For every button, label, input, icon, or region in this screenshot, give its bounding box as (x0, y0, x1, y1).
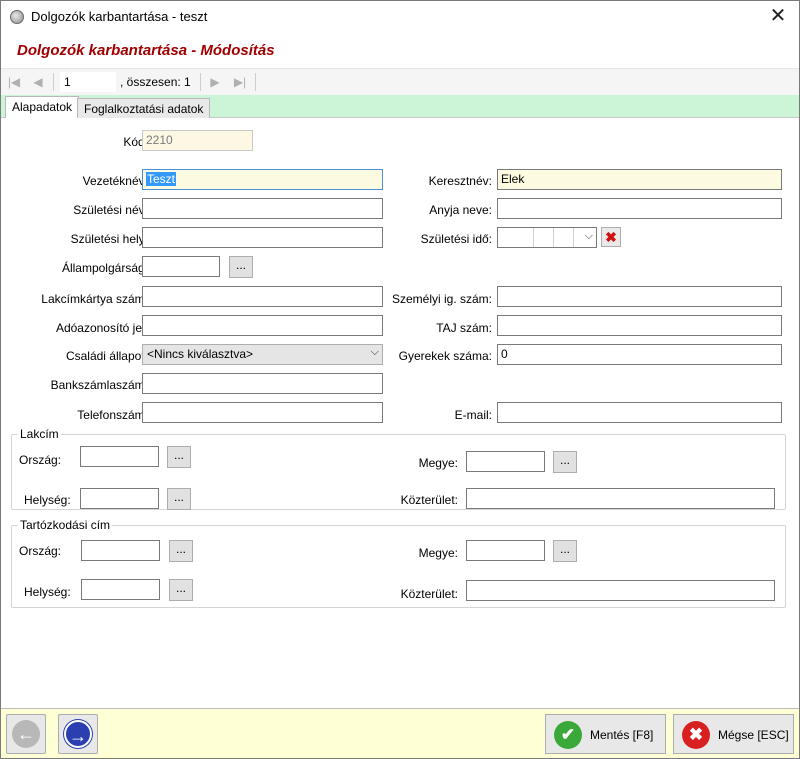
save-button-label: Mentés [F8] (590, 728, 654, 742)
save-button[interactable]: ✔ Mentés [F8] (545, 714, 666, 754)
szemelyi-label: Személyi ig. szám: (391, 292, 492, 306)
vezeteknev-field[interactable]: Teszt (142, 169, 383, 190)
tartozkodasi-kozterulet-label: Közterület: (400, 587, 458, 601)
keresztnev-label: Keresztnév: (428, 174, 492, 188)
app-icon (10, 10, 24, 24)
date-year-segment[interactable] (498, 228, 534, 247)
date-month-segment[interactable] (534, 228, 554, 247)
allampolgarsag-browse-button[interactable]: ... (229, 256, 253, 278)
tartozkodasi-kozterulet-field[interactable] (466, 580, 775, 601)
record-navigator: |◀ ◀ 1 , összesen: 1 ▶ ▶| (1, 68, 799, 95)
lakcim-legend: Lakcím (20, 427, 59, 441)
lakcim-orszag-field[interactable] (80, 446, 159, 467)
record-total-label: , összesen: 1 (120, 75, 191, 89)
email-field[interactable] (497, 402, 782, 423)
vezeteknev-value: Teszt (146, 172, 177, 186)
lakcim-orszag-browse-button[interactable]: ... (167, 446, 191, 468)
previous-record-icon[interactable]: ◀ (29, 73, 47, 91)
allampolgarsag-field[interactable] (142, 256, 220, 277)
kod-field: 2210 (142, 130, 253, 151)
forward-button[interactable]: → (58, 714, 98, 754)
csaladi-allapot-value: <Nincs kiválasztva> (147, 347, 254, 361)
navigator-separator (255, 73, 256, 91)
tab-page-alapadatok: Kód: 2210 Vezetéknév: Teszt Keresztnév: … (5, 118, 797, 708)
adoazonosito-field[interactable] (142, 315, 383, 336)
lakcimkartya-label: Lakcímkártya szám: (41, 292, 148, 306)
first-record-icon[interactable]: |◀ (5, 73, 23, 91)
tartozkodasi-megye-field[interactable] (466, 540, 545, 561)
cancel-x-icon: ✖ (682, 721, 710, 749)
tartozkodasi-orszag-label: Ország: (19, 544, 62, 558)
szemelyi-field[interactable] (497, 286, 782, 307)
taj-label: TAJ szám: (436, 321, 492, 335)
csaladi-allapot-select[interactable]: <Nincs kiválasztva> ⌵ (142, 344, 383, 365)
arrow-right-icon: → (64, 720, 92, 748)
next-record-icon[interactable]: ▶ (206, 73, 224, 91)
date-day-segment[interactable] (554, 228, 574, 247)
lakcimkartya-field[interactable] (142, 286, 383, 307)
lakcim-helyseg-field[interactable] (80, 488, 159, 509)
gyerekek-label: Gyerekek száma: (398, 349, 492, 363)
lakcim-orszag-label: Ország: (19, 453, 62, 467)
navigator-separator (200, 73, 201, 91)
navigator-separator (53, 73, 54, 91)
email-label: E-mail: (454, 408, 492, 422)
lakcim-helyseg-label: Helység: (24, 493, 71, 507)
telefon-label: Telefonszám: (77, 408, 148, 422)
vezeteknev-label: Vezetéknév: (82, 174, 148, 188)
close-icon[interactable]: ✕ (767, 5, 789, 27)
anyja-neve-field[interactable] (497, 198, 782, 219)
lakcim-helyseg-browse-button[interactable]: ... (167, 488, 191, 510)
checkmark-icon: ✔ (554, 721, 582, 749)
tartozkodasi-megye-browse-button[interactable]: ... (553, 540, 577, 562)
tartozkodasi-orszag-browse-button[interactable]: ... (169, 540, 193, 562)
adoazonosito-label: Adóazonosító jel: (55, 321, 148, 335)
tartozkodasi-legend: Tartózkodási cím (20, 518, 111, 532)
tartozkodasi-helyseg-browse-button[interactable]: ... (169, 579, 193, 601)
szuletesi-hely-label: Születési hely: (70, 232, 148, 246)
tab-foglalkoztatasi-adatok[interactable]: Foglalkoztatási adatok (77, 98, 211, 118)
szuletesi-nev-label: Születési név: (73, 203, 148, 217)
title-bar: Dolgozók karbantartása - teszt ✕ (1, 1, 799, 33)
bottom-toolbar: ← → ✔ Mentés [F8] ✖ Mégse [ESC] (1, 708, 799, 758)
tartozkodasi-helyseg-label: Helység: (24, 585, 71, 599)
bankszamla-label: Bankszámlaszám: (50, 378, 148, 392)
record-position-input[interactable]: 1 (60, 72, 116, 92)
window-title: Dolgozók karbantartása - teszt (31, 9, 208, 24)
chevron-down-icon[interactable]: ⌵ (585, 230, 593, 243)
cancel-button[interactable]: ✖ Mégse [ESC] (673, 714, 794, 754)
szuletesi-ido-label: Születési idő: (420, 232, 492, 246)
allampolgarsag-label: Állampolgárság: (61, 261, 148, 275)
gyerekek-field[interactable]: 0 (497, 344, 782, 365)
lakcim-megye-field[interactable] (466, 451, 545, 472)
anyja-neve-label: Anyja neve: (429, 203, 492, 217)
lakcim-megye-label: Megye: (418, 456, 458, 470)
szuletesi-nev-field[interactable] (142, 198, 383, 219)
taj-field[interactable] (497, 315, 782, 336)
tartozkodasi-megye-label: Megye: (418, 546, 458, 560)
main-window: Dolgozók karbantartása - teszt ✕ Dolgozó… (0, 0, 800, 759)
cancel-button-label: Mégse [ESC] (718, 728, 789, 742)
tab-alapadatok[interactable]: Alapadatok (5, 96, 80, 119)
lakcim-kozterulet-field[interactable] (466, 488, 775, 509)
szuletesi-ido-datepicker[interactable]: ⌵ (497, 227, 597, 248)
tab-strip: Alapadatok Foglalkoztatási adatok (1, 95, 799, 119)
page-title: Dolgozók karbantartása - Módosítás (17, 42, 275, 59)
keresztnev-field[interactable]: Elek (497, 169, 782, 190)
arrow-left-icon: ← (12, 720, 40, 748)
tartozkodasi-orszag-field[interactable] (81, 540, 160, 561)
last-record-icon[interactable]: ▶| (231, 73, 249, 91)
chevron-down-icon: ⌵ (370, 346, 379, 358)
szuletesi-hely-field[interactable] (142, 227, 383, 248)
bankszamla-field[interactable] (142, 373, 383, 394)
back-button[interactable]: ← (6, 714, 46, 754)
lakcim-kozterulet-label: Közterület: (400, 493, 458, 507)
tartozkodasi-helyseg-field[interactable] (81, 579, 160, 600)
clear-date-button[interactable]: ✖ (601, 227, 621, 247)
csaladi-allapot-label: Családi állapot: (65, 349, 148, 363)
telefon-field[interactable] (142, 402, 383, 423)
lakcim-megye-browse-button[interactable]: ... (553, 451, 577, 473)
